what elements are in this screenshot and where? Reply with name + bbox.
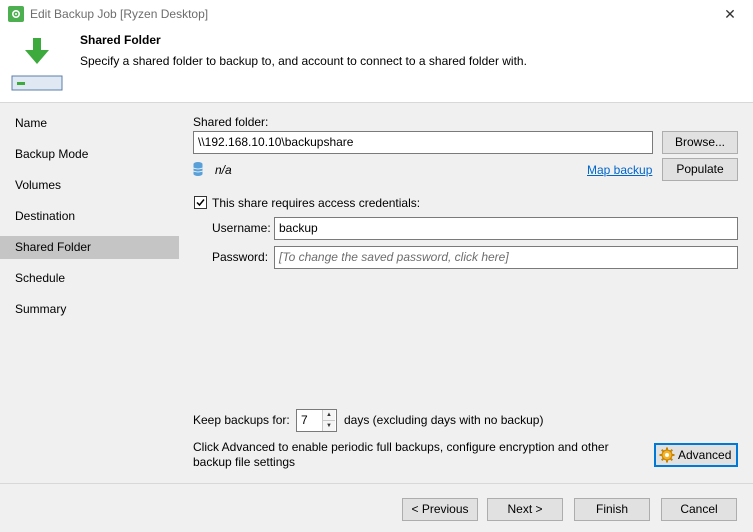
browse-button[interactable]: Browse... — [662, 131, 738, 154]
title-bar: Edit Backup Job [Ryzen Desktop] ✕ — [0, 0, 753, 28]
credentials-checkbox-label: This share requires access credentials: — [212, 196, 421, 210]
close-button[interactable]: ✕ — [707, 0, 753, 28]
username-label: Username: — [212, 221, 271, 235]
keep-backups-suffix: days (excluding days with no backup) — [344, 413, 544, 427]
shared-folder-input[interactable]: \\192.168.10.10\backupshare — [193, 131, 653, 154]
nav-item-shared-folder[interactable]: Shared Folder — [0, 236, 179, 259]
keep-backups-label: Keep backups for: — [193, 413, 290, 427]
populate-button[interactable]: Populate — [662, 158, 738, 181]
keep-backups-stepper[interactable]: 7 ▲ ▼ — [296, 409, 337, 432]
download-to-drive-icon — [11, 36, 63, 92]
username-input[interactable]: backup — [274, 217, 738, 240]
stepper-down-icon[interactable]: ▼ — [323, 421, 335, 431]
shared-folder-panel: Shared folder: \\192.168.10.10\backupsha… — [179, 103, 753, 483]
wizard-steps-nav: Name Backup Mode Volumes Destination Sha… — [0, 103, 179, 483]
nav-item-backup-mode[interactable]: Backup Mode — [0, 143, 179, 166]
wizard-header: Shared Folder Specify a shared folder to… — [0, 28, 753, 102]
finish-button[interactable]: Finish — [574, 498, 650, 521]
advanced-button[interactable]: Advanced — [654, 443, 738, 467]
page-description: Specify a shared folder to backup to, an… — [80, 54, 527, 68]
nav-item-destination[interactable]: Destination — [0, 205, 179, 228]
keep-backups-value[interactable]: 7 — [301, 413, 308, 427]
nav-item-summary[interactable]: Summary — [0, 298, 179, 321]
stepper-arrows: ▲ ▼ — [322, 410, 336, 431]
previous-button[interactable]: < Previous — [402, 498, 478, 521]
veeam-app-icon — [8, 6, 24, 22]
password-input[interactable]: [To change the saved password, click her… — [274, 246, 738, 269]
gear-icon — [659, 447, 675, 469]
backup-size-value: n/a — [215, 163, 232, 177]
page-title: Shared Folder — [80, 33, 161, 47]
advanced-hint: Click Advanced to enable periodic full b… — [193, 440, 609, 469]
map-backup-link[interactable]: Map backup — [587, 163, 652, 177]
nav-item-name[interactable]: Name — [0, 112, 179, 135]
database-icon — [193, 161, 203, 180]
advanced-button-label: Advanced — [678, 448, 732, 462]
cancel-button[interactable]: Cancel — [661, 498, 737, 521]
edit-backup-job-window: Edit Backup Job [Ryzen Desktop] ✕ Shared… — [0, 0, 753, 532]
nav-item-schedule[interactable]: Schedule — [0, 267, 179, 290]
nav-item-volumes[interactable]: Volumes — [0, 174, 179, 197]
stepper-up-icon[interactable]: ▲ — [323, 410, 335, 421]
password-label: Password: — [212, 250, 269, 264]
shared-folder-label: Shared folder: — [193, 115, 269, 129]
credentials-checkbox[interactable] — [194, 196, 207, 209]
window-title: Edit Backup Job [Ryzen Desktop] — [30, 7, 209, 21]
next-button[interactable]: Next > — [487, 498, 563, 521]
wizard-footer: < Previous Next > Finish Cancel — [0, 483, 753, 532]
